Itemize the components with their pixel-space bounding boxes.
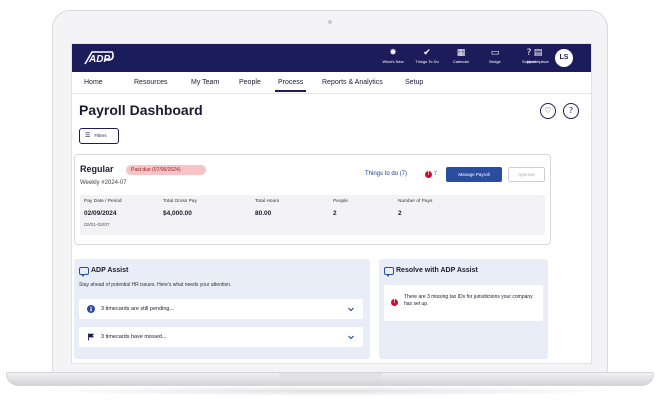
adp-assist-panel: ADP Assist Stay ahead of potential HR is… bbox=[74, 259, 370, 359]
chevron-down-icon bbox=[348, 335, 354, 340]
status-badge: Past due (07/06/2024) bbox=[126, 165, 206, 175]
adp-logo[interactable]: ADP bbox=[84, 50, 114, 66]
resolve-card[interactable]: ! There are 3 missing tax IDs for jurisd… bbox=[384, 285, 543, 321]
manage-payroll-button[interactable]: Manage Payroll bbox=[446, 167, 502, 182]
col-sub: 02/01-02/07 bbox=[84, 223, 110, 228]
col-value: 2 bbox=[398, 210, 402, 217]
top-bar: ADP ✸ What's New ✔ Things To Do ▦ Calend… bbox=[72, 44, 591, 72]
nav-item-setup[interactable]: Setup bbox=[405, 79, 423, 86]
heart-icon: ♡ bbox=[544, 106, 552, 115]
things-to-do-link[interactable]: Things to do (7) bbox=[365, 171, 407, 177]
main-nav: Home Resources My Team People Process Re… bbox=[72, 72, 591, 94]
col-value: 2 bbox=[333, 210, 337, 217]
alert-count: 7 bbox=[434, 171, 437, 177]
col-value: 80.00 bbox=[255, 210, 272, 217]
col-header: People bbox=[333, 199, 348, 204]
nav-item-people[interactable]: People bbox=[239, 79, 261, 86]
filter-lines-icon: ☰ bbox=[85, 132, 91, 139]
payroll-card: Regular Past due (07/06/2024) Weekly #20… bbox=[74, 154, 551, 245]
resolve-message: There are 3 missing tax IDs for jurisdic… bbox=[404, 294, 533, 307]
chat-bubble-icon bbox=[384, 267, 394, 277]
laptop-notch bbox=[279, 373, 383, 379]
screen: ADP ✸ What's New ✔ Things To Do ▦ Calend… bbox=[71, 43, 592, 364]
chat-bubble-icon bbox=[79, 267, 89, 277]
col-value: 02/09/2024 bbox=[84, 210, 117, 217]
assist-item-text: 3 timecards have missed... bbox=[101, 334, 167, 340]
marketplace-button[interactable]: ▤ Marketplace bbox=[522, 48, 554, 70]
page-title: Payroll Dashboard bbox=[79, 102, 203, 118]
favorite-button[interactable]: ♡ bbox=[540, 103, 556, 119]
marketplace-icon: ▤ bbox=[533, 48, 543, 58]
adp-logo-text: ADP bbox=[88, 54, 110, 65]
error-icon: ! bbox=[391, 299, 398, 306]
col-value: $4,000.00 bbox=[163, 210, 192, 217]
marketplace-label: Marketplace bbox=[527, 59, 549, 64]
col-header: Total Gross Pay bbox=[163, 199, 197, 204]
payroll-summary: Pay Date / Period 02/09/2024 02/01-02/07… bbox=[80, 195, 545, 235]
calendar-icon: ▦ bbox=[456, 48, 466, 58]
camera bbox=[328, 20, 332, 24]
info-icon bbox=[87, 305, 95, 313]
col-gross-pay: Total Gross Pay $4,000.00 bbox=[163, 199, 197, 217]
resolve-panel: Resolve with ADP Assist ! There are 3 mi… bbox=[379, 259, 548, 359]
filters-button[interactable]: ☰ Filters bbox=[79, 128, 119, 144]
col-header: Total Hours bbox=[255, 199, 280, 204]
flag-icon bbox=[88, 333, 94, 341]
alert-icon: ! bbox=[425, 171, 432, 178]
laptop-shadow bbox=[30, 386, 630, 396]
nav-item-reports-analytics[interactable]: Reports & Analytics bbox=[322, 79, 383, 86]
nav-item-process[interactable]: Process bbox=[274, 79, 307, 92]
assist-item[interactable]: 3 timecards are still pending... bbox=[79, 299, 363, 319]
assist-item-text: 3 timecards are still pending... bbox=[101, 306, 175, 312]
nav-item-resources[interactable]: Resources bbox=[134, 79, 167, 86]
filters-label: Filters bbox=[94, 133, 107, 138]
chevron-down-icon bbox=[348, 307, 354, 312]
col-number-of-pays: Number of Pays 2 bbox=[398, 199, 432, 217]
sparkle-icon: ✸ bbox=[389, 48, 397, 58]
col-people: People 2 bbox=[333, 199, 348, 217]
assist-subtitle: Stay ahead of potential HR issues. Here'… bbox=[79, 282, 232, 288]
nav-item-home[interactable]: Home bbox=[84, 79, 103, 86]
assist-title: ADP Assist bbox=[91, 267, 129, 274]
col-pay-date: Pay Date / Period 02/09/2024 02/01-02/07 bbox=[84, 199, 122, 228]
help-button[interactable]: ? bbox=[563, 103, 579, 119]
laptop-base bbox=[6, 372, 654, 386]
resolve-title: Resolve with ADP Assist bbox=[396, 267, 478, 274]
question-icon: ? bbox=[568, 106, 574, 115]
laptop-lid: ADP ✸ What's New ✔ Things To Do ▦ Calend… bbox=[52, 10, 608, 374]
payroll-type: Regular bbox=[80, 164, 114, 174]
nav-item-my-team[interactable]: My Team bbox=[191, 79, 219, 86]
chat-bridge-icon: ▭ bbox=[490, 48, 500, 58]
approve-button[interactable]: Approve bbox=[508, 167, 545, 182]
col-total-hours: Total Hours 80.00 bbox=[255, 199, 279, 217]
avatar[interactable]: LS bbox=[555, 49, 573, 67]
payroll-cycle: Weekly #2024-07 bbox=[80, 180, 127, 186]
col-header: Pay Date / Period bbox=[84, 199, 122, 204]
check-circle-icon: ✔ bbox=[423, 48, 431, 58]
assist-item[interactable]: 3 timecards have missed... bbox=[79, 327, 363, 347]
col-header: Number of Pays bbox=[398, 199, 433, 204]
